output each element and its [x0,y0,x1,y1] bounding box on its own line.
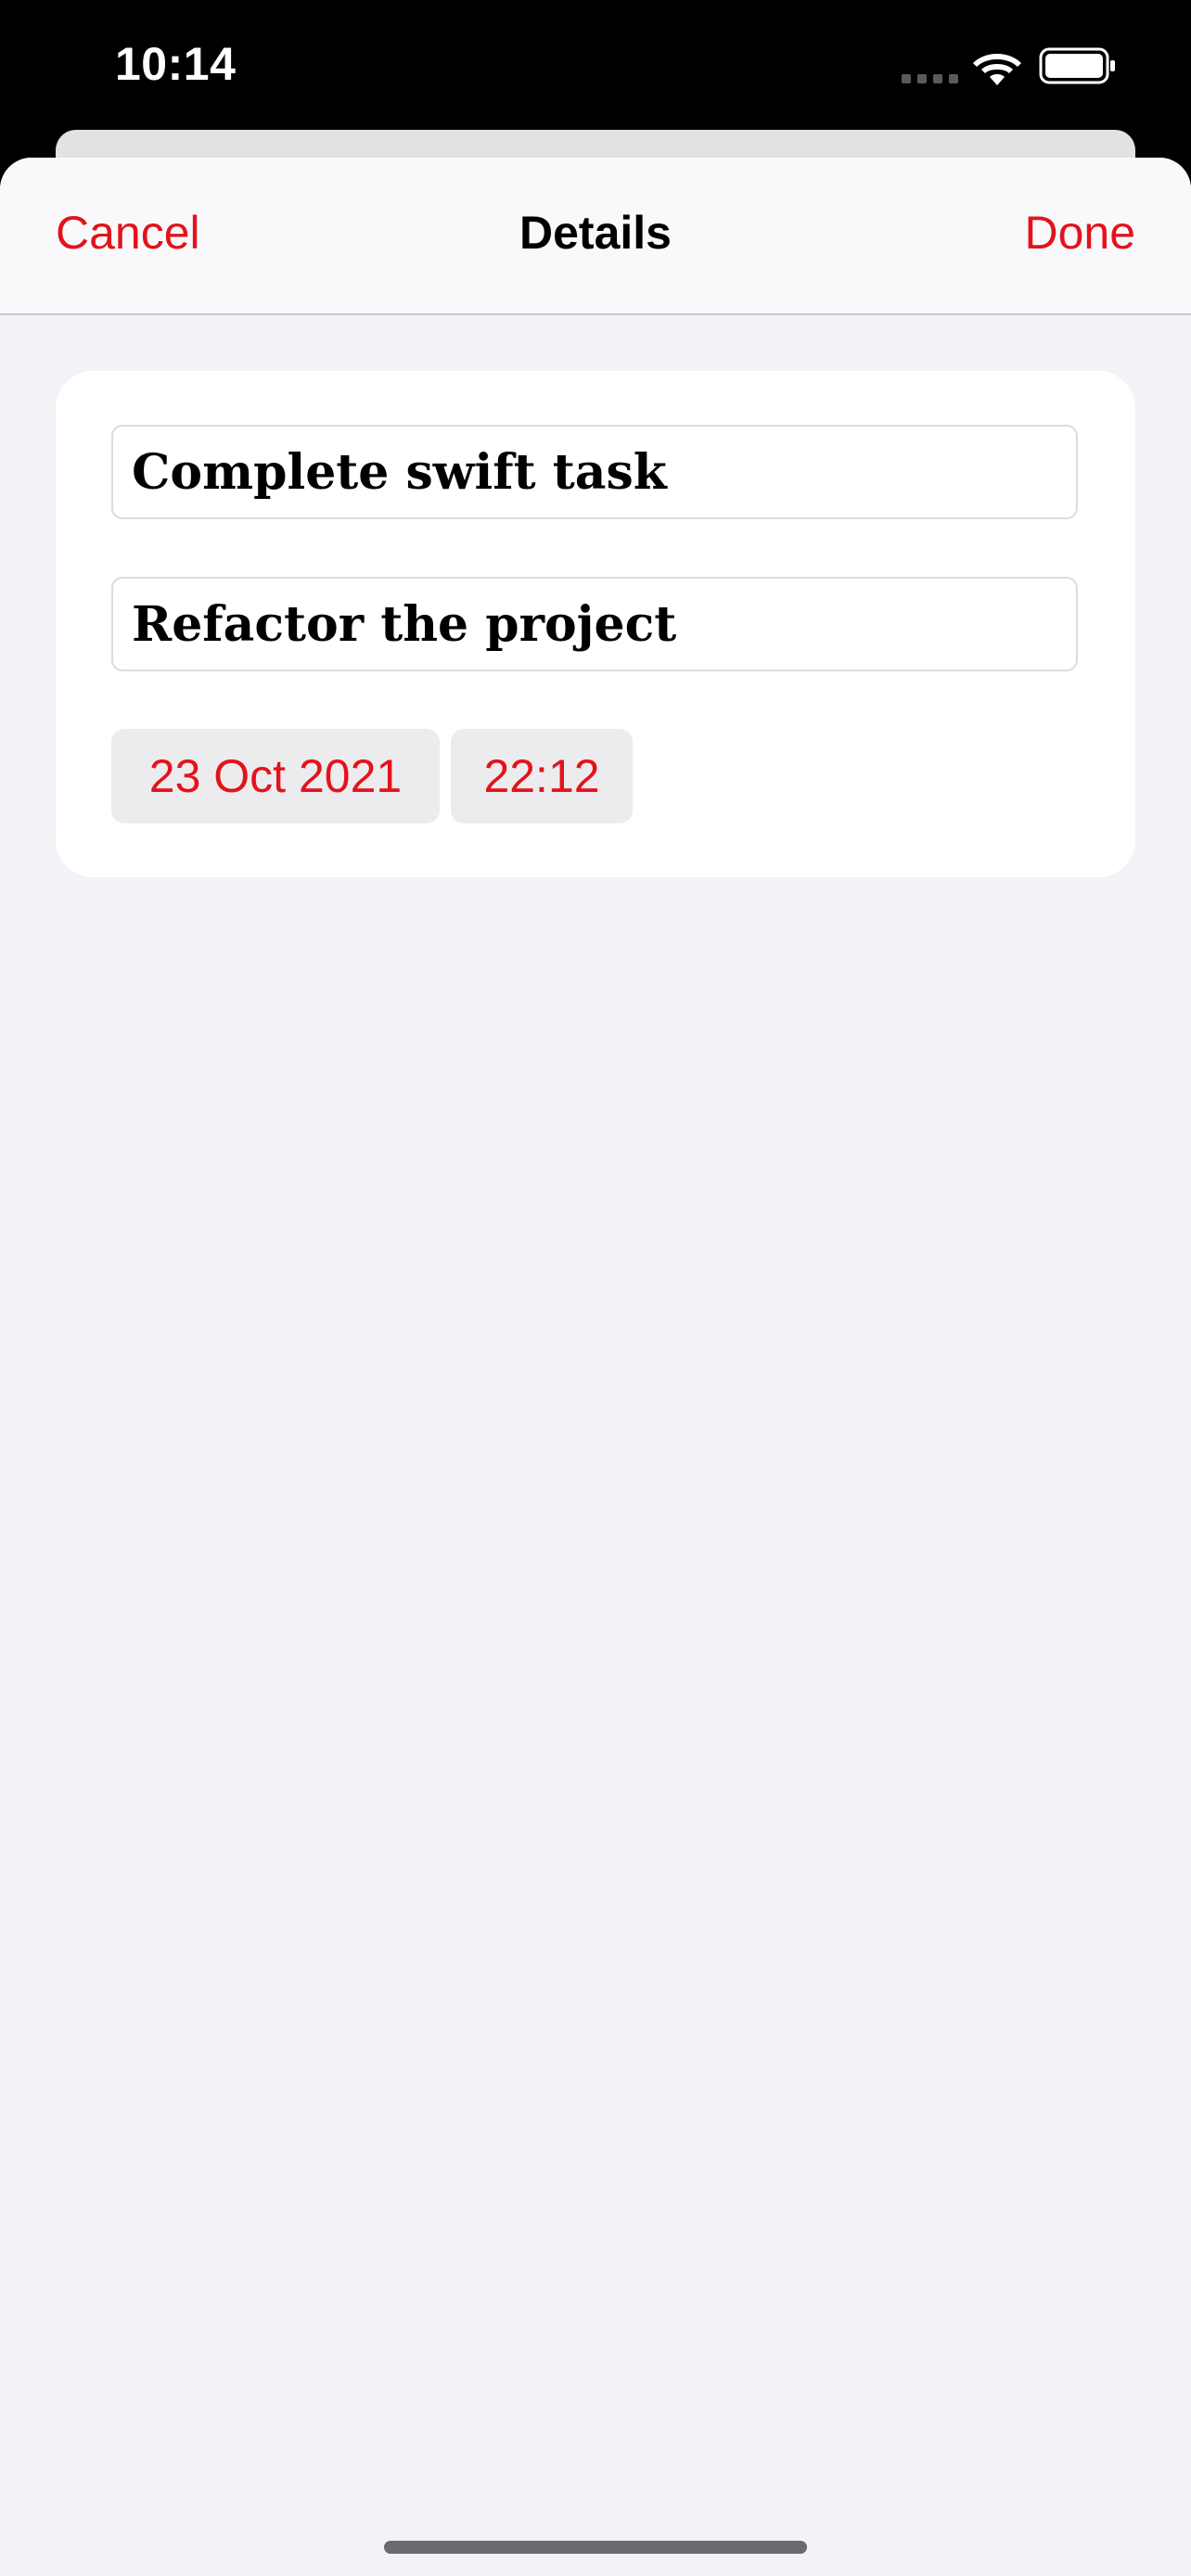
navigation-bar: Cancel Details Done [0,158,1191,315]
time-picker-button[interactable]: 22:12 [451,729,633,823]
date-picker-button[interactable]: 23 Oct 2021 [111,729,440,823]
wifi-icon [973,54,1021,85]
status-time: 10:14 [115,38,237,90]
battery-icon [1039,47,1115,84]
cancel-button[interactable]: Cancel [56,206,200,260]
done-button[interactable]: Done [1024,206,1135,260]
home-indicator[interactable] [384,2541,807,2554]
task-notes-field[interactable] [111,577,1078,671]
status-bar: 10:14 [0,0,1191,130]
cellular-signal-icon [902,74,958,83]
task-title-field[interactable] [111,425,1078,519]
details-sheet: Cancel Details Done 23 Oct 2021 22:12 [0,158,1191,2576]
screen: 10:14 Cancel Details Done 23 Oc [0,0,1191,2576]
task-form-card: 23 Oct 2021 22:12 [56,371,1135,877]
